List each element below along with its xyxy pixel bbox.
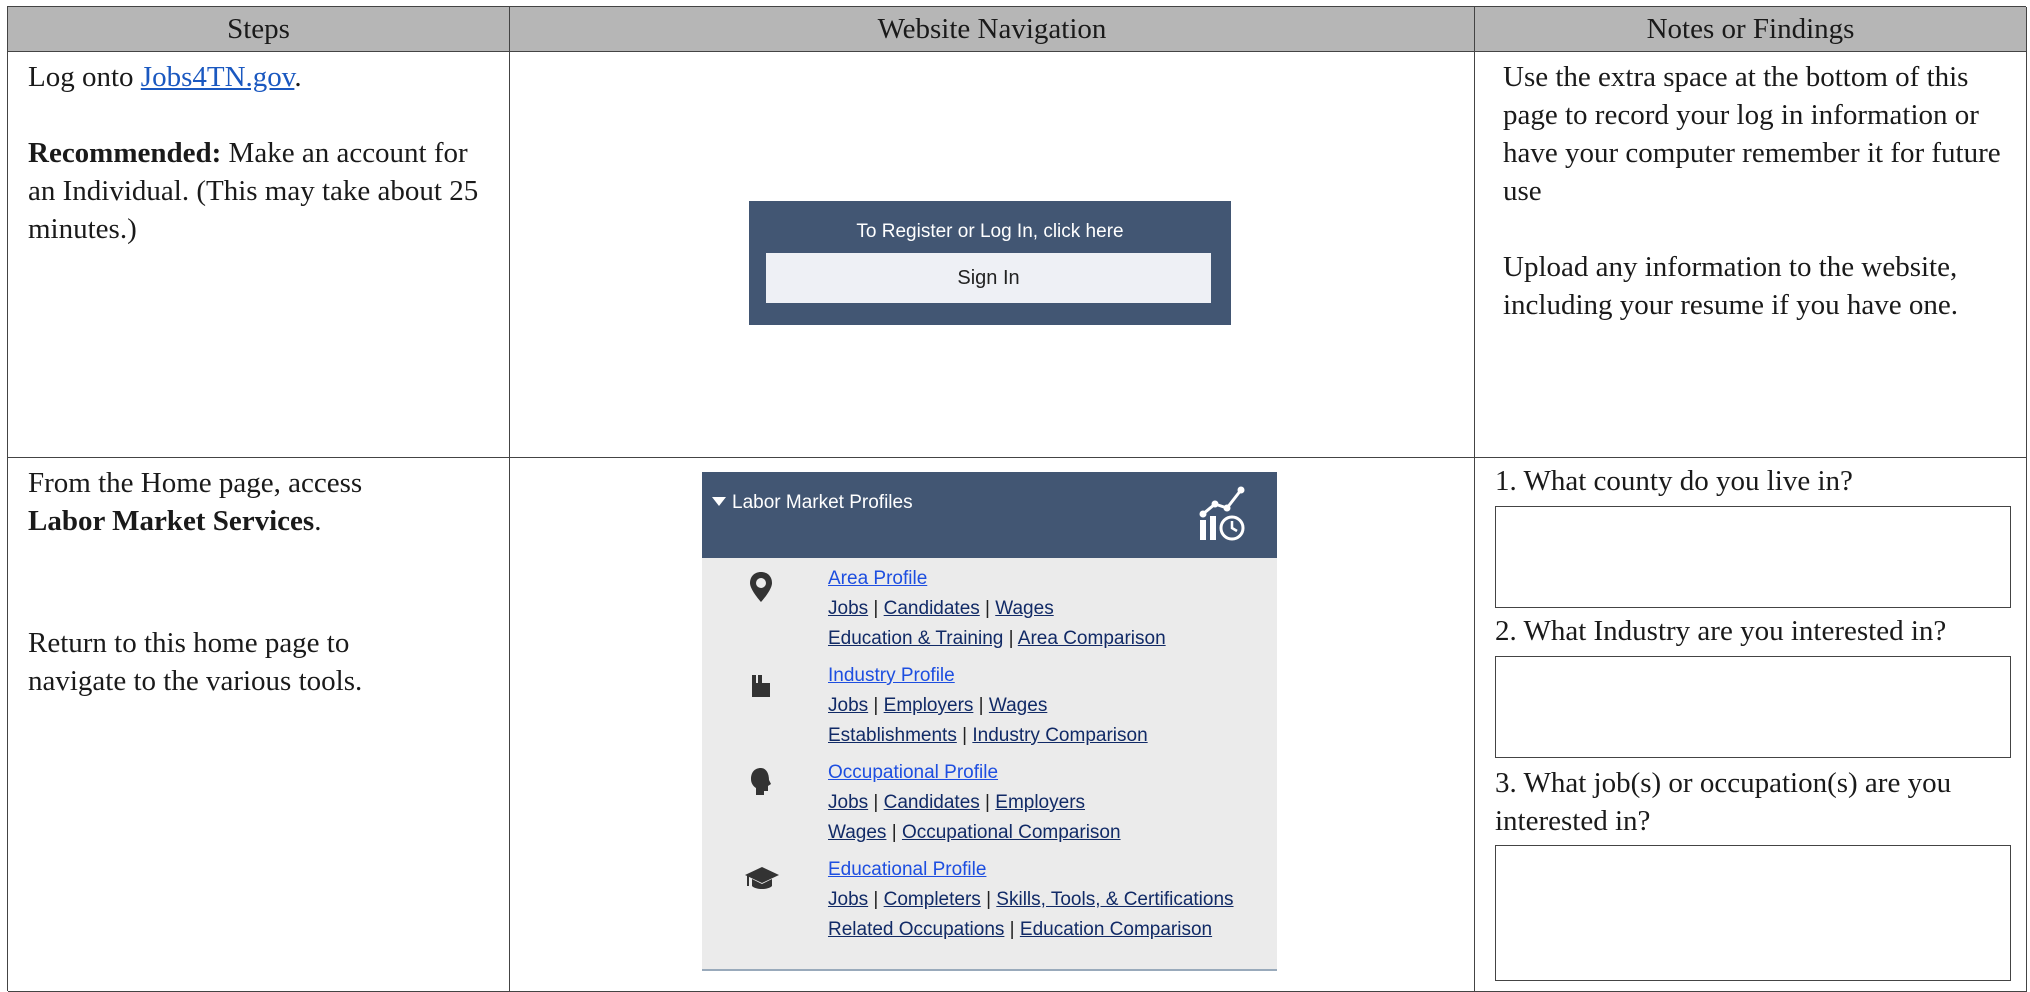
area-profile-links: Area Profile Jobs | Candidates | Wages E… [828, 564, 1166, 654]
row1-step-text: Log onto Jobs4TN.gov. [28, 58, 488, 96]
area-profile-row2: Education & Training | Area Comparison [828, 624, 1166, 654]
step2-prefix: From the Home page, access [28, 467, 363, 499]
labor-market-profiles-title: Labor Market Profiles [712, 492, 913, 514]
industry-comparison-link[interactable]: Industry Comparison [972, 725, 1147, 746]
row1-navigation-cell: To Register or Log In, click here Sign I… [510, 52, 1475, 458]
occupational-profile-row2: Wages | Occupational Comparison [828, 818, 1121, 848]
industry-profile-row2: Establishments | Industry Comparison [828, 721, 1148, 751]
header-steps-label: Steps [227, 12, 290, 45]
separator: | [956, 725, 973, 746]
separator: | [973, 695, 989, 716]
area-profile-row1: Jobs | Candidates | Wages [828, 594, 1166, 624]
answer-occupation-box[interactable] [1495, 845, 2011, 981]
row1-notes-cell: Use the extra space at the bottom of thi… [1475, 52, 2027, 458]
occupational-employers-link[interactable]: Employers [995, 792, 1085, 813]
row1-steps-cell: Log onto Jobs4TN.gov. Recommended: Make … [8, 52, 510, 458]
separator: | [980, 889, 997, 910]
area-education-link[interactable]: Education & Training [828, 628, 1003, 649]
educational-profile-link[interactable]: Educational Profile [828, 859, 986, 880]
row2-navigation-cell: Labor Market Profiles Area Profile Jobs … [510, 458, 1475, 992]
header-steps: Steps [8, 7, 510, 52]
question-county: 1. What county do you live in? [1495, 465, 1853, 497]
educational-profile-links: Educational Profile Jobs | Completers | … [828, 855, 1234, 945]
row1-recommended-text: Recommended: Make an account for an Indi… [28, 134, 488, 248]
header-notes: Notes or Findings [1475, 7, 2027, 52]
educational-profile-row1: Jobs | Completers | Skills, Tools, & Cer… [828, 885, 1234, 915]
separator: | [979, 792, 996, 813]
industry-profile-links: Industry Profile Jobs | Employers | Wage… [828, 661, 1148, 751]
labor-market-profiles-header[interactable]: Labor Market Profiles [702, 472, 1277, 558]
row2-step-text: From the Home page, access Labor Market … [28, 464, 488, 540]
industry-wages-link[interactable]: Wages [989, 695, 1047, 716]
person-head-icon [751, 768, 771, 795]
educational-profile-row2: Related Occupations | Education Comparis… [828, 915, 1234, 945]
answer-county-box[interactable] [1495, 506, 2011, 608]
occupational-profile-link[interactable]: Occupational Profile [828, 762, 998, 783]
recommended-label: Recommended: [28, 137, 222, 169]
area-profile-link[interactable]: Area Profile [828, 568, 927, 589]
educational-skills-link[interactable]: Skills, Tools, & Certifications [996, 889, 1233, 910]
separator: | [979, 598, 996, 619]
area-comparison-link[interactable]: Area Comparison [1018, 628, 1166, 649]
worksheet-table: Steps Website Navigation Notes or Findin… [7, 6, 2027, 992]
industry-establishments-link[interactable]: Establishments [828, 725, 957, 746]
separator: | [868, 598, 884, 619]
location-pin-icon [750, 572, 772, 602]
header-navigation: Website Navigation [510, 7, 1475, 52]
graduation-cap-icon [745, 867, 779, 889]
question-occupation: 3. What job(s) or occupation(s) are you … [1495, 767, 1952, 837]
separator: | [868, 889, 884, 910]
step-prefix: Log onto [28, 61, 141, 93]
occupational-jobs-link[interactable]: Jobs [828, 792, 868, 813]
area-candidates-link[interactable]: Candidates [884, 598, 980, 619]
separator: | [1003, 628, 1018, 649]
header-notes-label: Notes or Findings [1646, 12, 1855, 45]
industry-profile-link[interactable]: Industry Profile [828, 665, 955, 686]
separator: | [886, 822, 902, 843]
row2-return-text: Return to this home page to navigate to … [28, 627, 363, 697]
signin-caption: To Register or Log In, click here [856, 221, 1124, 242]
step2-suffix: . [314, 505, 322, 537]
signin-widget: To Register or Log In, click here Sign I… [749, 201, 1231, 325]
industry-employers-link[interactable]: Employers [884, 695, 974, 716]
caret-down-icon [712, 497, 726, 506]
educational-comparison-link[interactable]: Education Comparison [1020, 919, 1212, 940]
separator: | [868, 695, 884, 716]
step-suffix: . [294, 61, 302, 93]
chart-clock-icon [1199, 486, 1245, 541]
occupational-profile-links: Occupational Profile Jobs | Candidates |… [828, 758, 1121, 848]
note-upload-info: Upload any information to the website, i… [1503, 251, 1959, 321]
area-wages-link[interactable]: Wages [995, 598, 1053, 619]
occupational-comparison-link[interactable]: Occupational Comparison [902, 822, 1121, 843]
educational-completers-link[interactable]: Completers [884, 889, 981, 910]
question-industry: 2. What Industry are you interested in? [1495, 615, 1947, 647]
note-login-info: Use the extra space at the bottom of thi… [1503, 61, 2001, 207]
row2-notes-cell: 1. What county do you live in? 2. What I… [1475, 458, 2027, 992]
educational-jobs-link[interactable]: Jobs [828, 889, 868, 910]
educational-related-occupations-link[interactable]: Related Occupations [828, 919, 1004, 940]
factory-icon [752, 675, 770, 697]
answer-industry-box[interactable] [1495, 656, 2011, 758]
occupational-profile-row1: Jobs | Candidates | Employers [828, 788, 1121, 818]
occupational-candidates-link[interactable]: Candidates [884, 792, 980, 813]
labor-market-services-label: Labor Market Services [28, 505, 315, 537]
industry-profile-row1: Jobs | Employers | Wages [828, 691, 1148, 721]
jobs4tn-link[interactable]: Jobs4TN.gov [141, 61, 295, 93]
sign-in-button[interactable]: Sign In [766, 253, 1211, 303]
labor-market-profiles-widget: Labor Market Profiles Area Profile Jobs … [702, 472, 1277, 971]
separator: | [868, 792, 884, 813]
header-navigation-label: Website Navigation [877, 12, 1107, 45]
labor-market-profiles-label: Labor Market Profiles [732, 492, 913, 513]
area-jobs-link[interactable]: Jobs [828, 598, 868, 619]
separator: | [1004, 919, 1020, 940]
occupational-wages-link[interactable]: Wages [828, 822, 886, 843]
industry-jobs-link[interactable]: Jobs [828, 695, 868, 716]
row2-steps-cell: From the Home page, access Labor Market … [8, 458, 510, 992]
